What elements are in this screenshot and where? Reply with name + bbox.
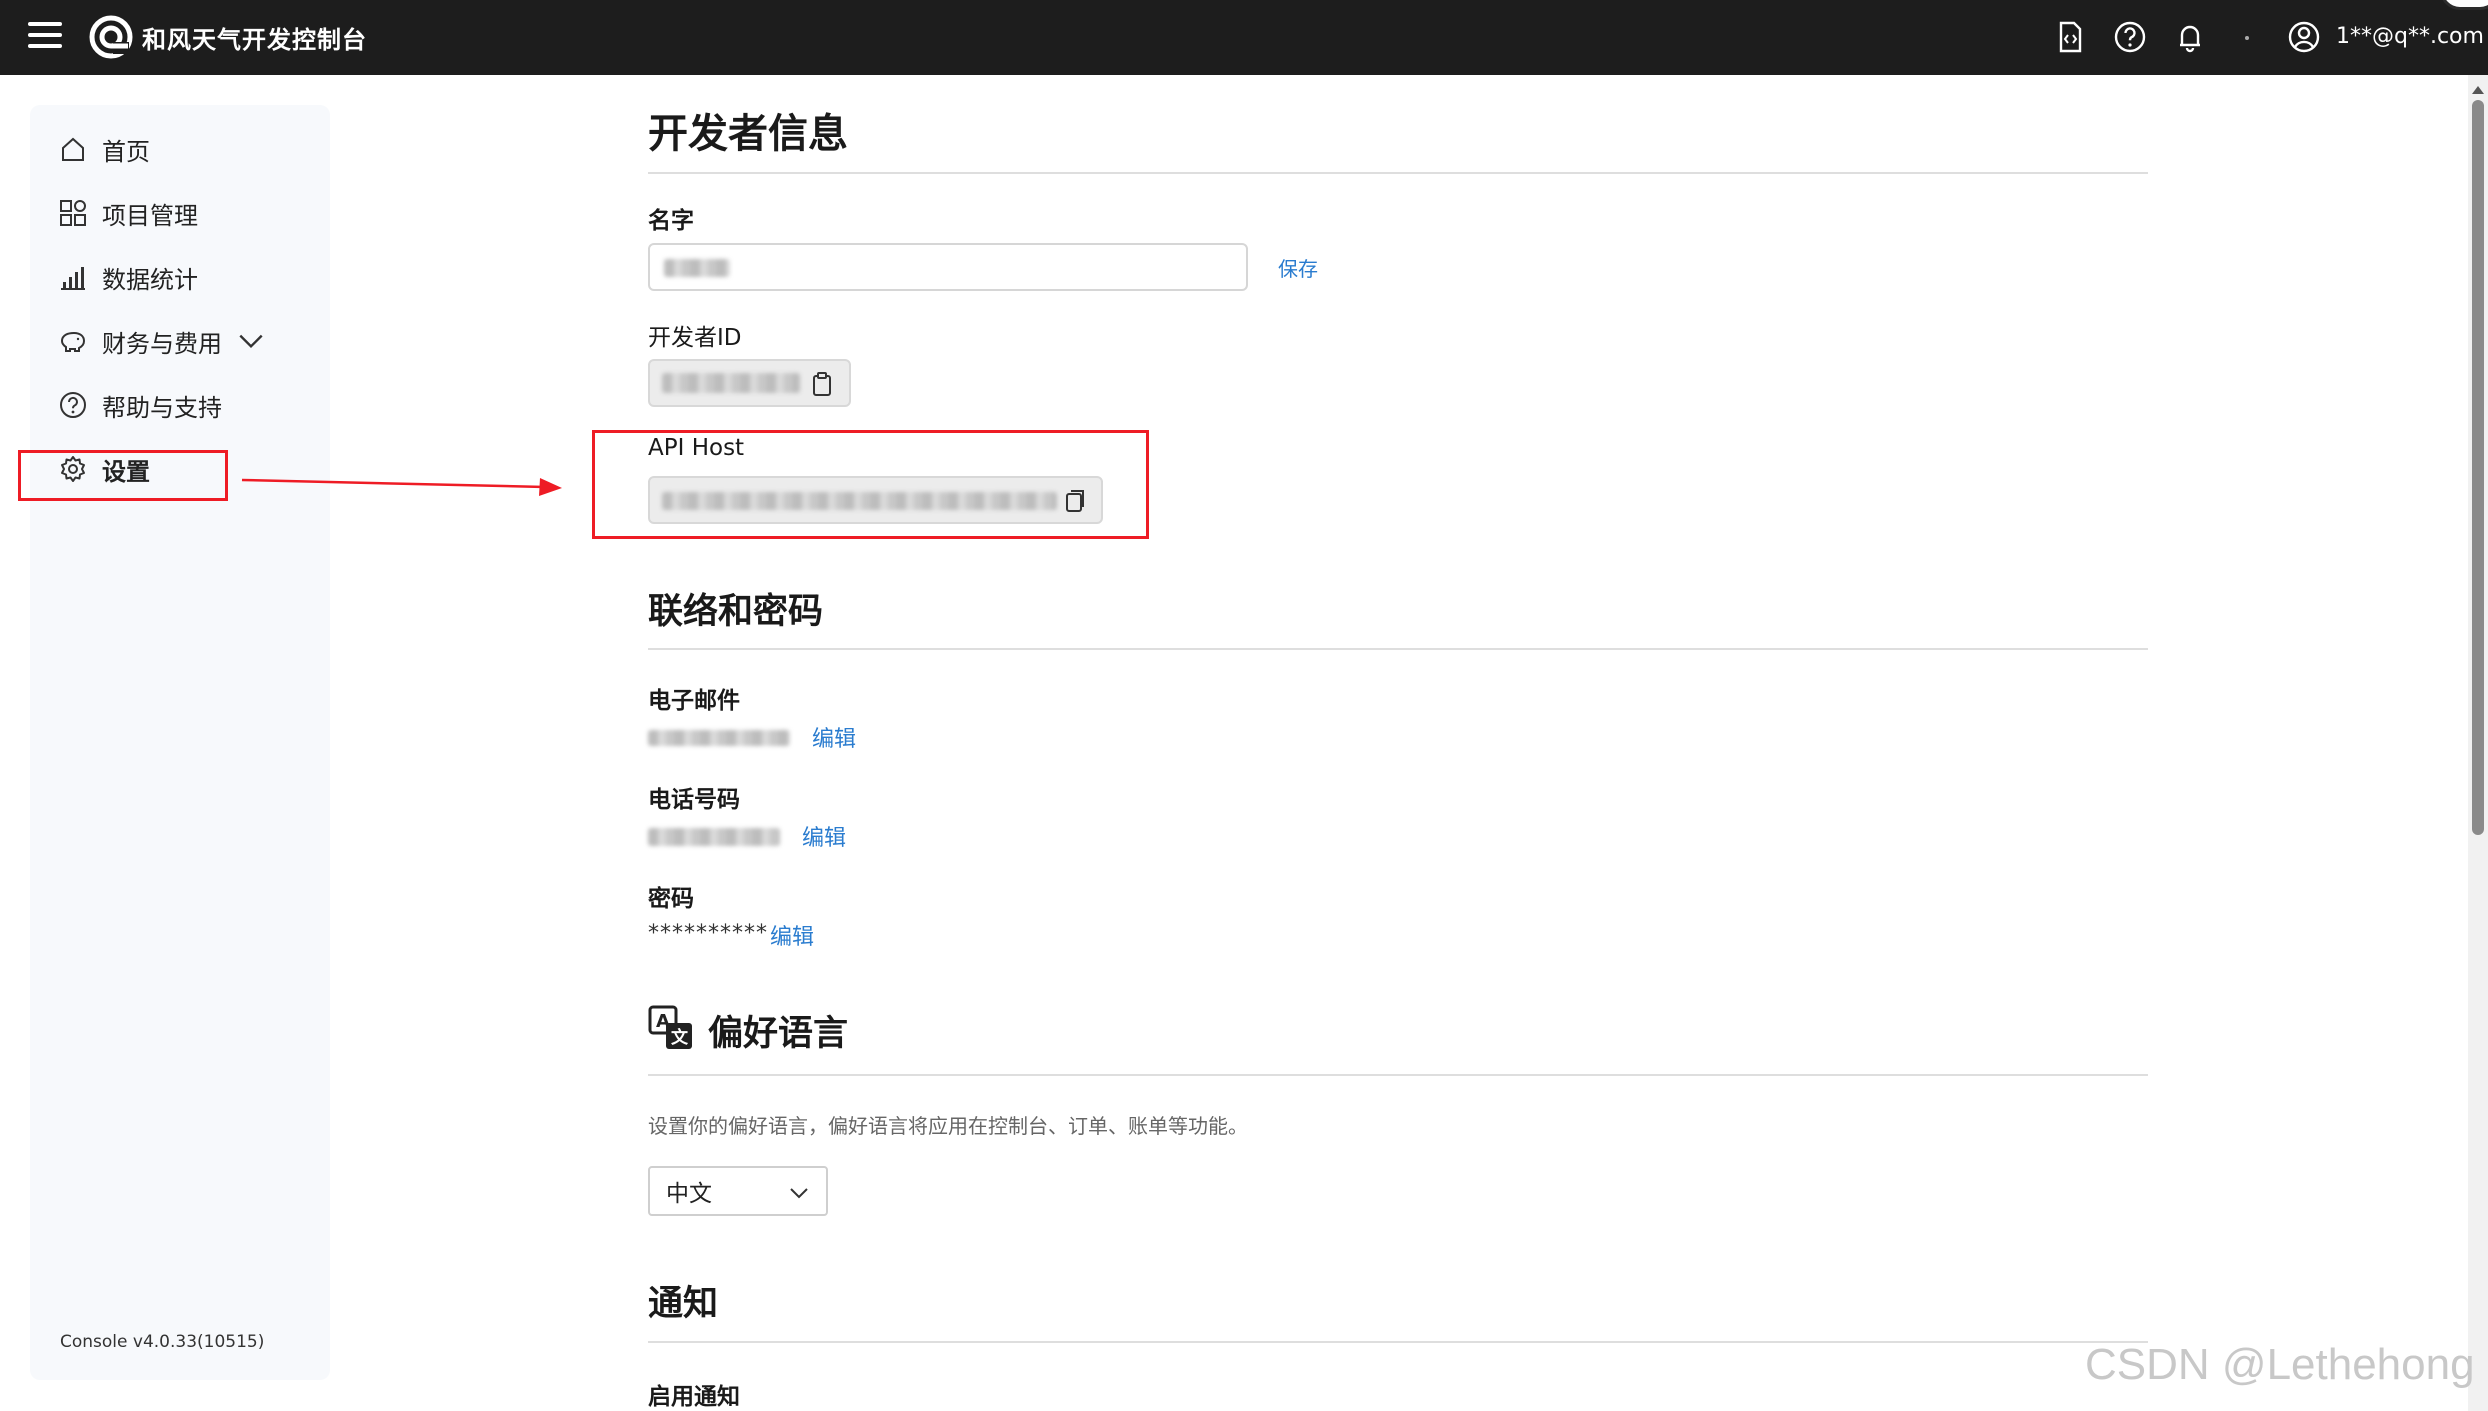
- sidebar: 首页 项目管理 数据统计 财务与费用 帮助与支持 设置 Console v4.0…: [30, 105, 330, 1380]
- top-bar: 和风天气开发控制台 1**@q**.com: [0, 0, 2488, 75]
- divider: [648, 1074, 2148, 1076]
- api-host-field[interactable]: [648, 476, 1103, 524]
- copy-icon[interactable]: [1062, 488, 1088, 514]
- password-label: 密码: [648, 886, 694, 912]
- annotation-box-settings: [18, 450, 228, 501]
- console-version: Console v4.0.33(10515): [60, 1332, 265, 1352]
- email-label: 电子邮件: [648, 688, 740, 714]
- watermark: CSDN @Lethehong: [2085, 1340, 2475, 1389]
- user-avatar-icon[interactable]: [2286, 19, 2322, 55]
- api-host-label: API Host: [648, 435, 745, 461]
- section-title-developer: 开发者信息: [648, 111, 848, 157]
- scrollbar-thumb[interactable]: [2472, 100, 2484, 835]
- sidebar-item-label: 首页: [102, 137, 150, 166]
- divider: [648, 1341, 2148, 1343]
- edit-email-button[interactable]: 编辑: [812, 721, 856, 753]
- sidebar-item-label: 项目管理: [102, 201, 198, 230]
- svg-text:文: 文: [671, 1027, 689, 1048]
- scroll-up-icon[interactable]: [2472, 86, 2484, 94]
- floating-badge[interactable]: [2440, 0, 2488, 10]
- save-button[interactable]: 保存: [1278, 253, 1318, 282]
- redacted-developer-id: [662, 373, 800, 393]
- home-icon: [62, 137, 84, 161]
- chevron-down-icon: [790, 1188, 808, 1199]
- chevron-down-icon[interactable]: [236, 326, 266, 356]
- user-email[interactable]: 1**@q**.com: [2336, 24, 2484, 49]
- help-icon[interactable]: [2112, 19, 2148, 55]
- bell-icon[interactable]: [2172, 19, 2208, 55]
- section-title-contact: 联络和密码: [648, 592, 824, 632]
- sidebar-item-label: 帮助与支持: [102, 393, 222, 422]
- sidebar-item-help[interactable]: 帮助与支持: [58, 383, 222, 427]
- language-selected: 中文: [666, 1181, 712, 1207]
- grid-icon: [60, 200, 86, 226]
- bar-chart-icon: [61, 267, 85, 290]
- language-hint: 设置你的偏好语言，偏好语言将应用在控制台、订单、账单等功能。: [648, 1114, 1248, 1138]
- enable-notify-label: 启用通知: [648, 1384, 740, 1410]
- sidebar-item-label: 财务与费用: [102, 329, 222, 358]
- sidebar-item-home[interactable]: 首页: [58, 127, 150, 171]
- sidebar-item-statistics[interactable]: 数据统计: [58, 255, 198, 299]
- phone-label: 电话号码: [648, 787, 740, 813]
- edit-password-button[interactable]: 编辑: [770, 919, 814, 951]
- menu-icon[interactable]: [28, 22, 62, 52]
- help-circle-icon: [60, 392, 86, 418]
- developer-id-field[interactable]: [648, 359, 851, 407]
- divider: [648, 172, 2148, 174]
- clipboard-icon[interactable]: [810, 371, 836, 397]
- annotation-arrow-icon: [241, 478, 562, 496]
- brand[interactable]: 和风天气开发控制台: [88, 14, 367, 60]
- developer-id-label: 开发者ID: [648, 325, 742, 351]
- sidebar-item-projects[interactable]: 项目管理: [58, 191, 198, 235]
- redacted-api-host: [662, 492, 1057, 510]
- piggy-bank-icon: [60, 331, 86, 352]
- section-title-notify: 通知: [648, 1284, 719, 1324]
- api-doc-icon[interactable]: [2052, 19, 2088, 55]
- app-title: 和风天气开发控制台: [142, 25, 367, 54]
- sidebar-item-finance[interactable]: 财务与费用: [58, 319, 280, 363]
- divider: [648, 648, 2148, 650]
- separator-dot: [2245, 36, 2249, 40]
- language-select[interactable]: 中文: [648, 1166, 828, 1216]
- edit-phone-button[interactable]: 编辑: [802, 820, 846, 852]
- redacted-name: [664, 259, 730, 277]
- name-label: 名字: [648, 208, 694, 234]
- name-input[interactable]: [648, 243, 1248, 291]
- section-title-language: 偏好语言: [708, 1014, 849, 1054]
- sidebar-item-label: 数据统计: [102, 265, 198, 294]
- password-mask: **********: [648, 921, 768, 946]
- translate-icon: A 文: [648, 1005, 692, 1049]
- redacted-email: [648, 730, 790, 746]
- qweather-logo-icon: [89, 15, 133, 59]
- redacted-phone: [648, 828, 780, 846]
